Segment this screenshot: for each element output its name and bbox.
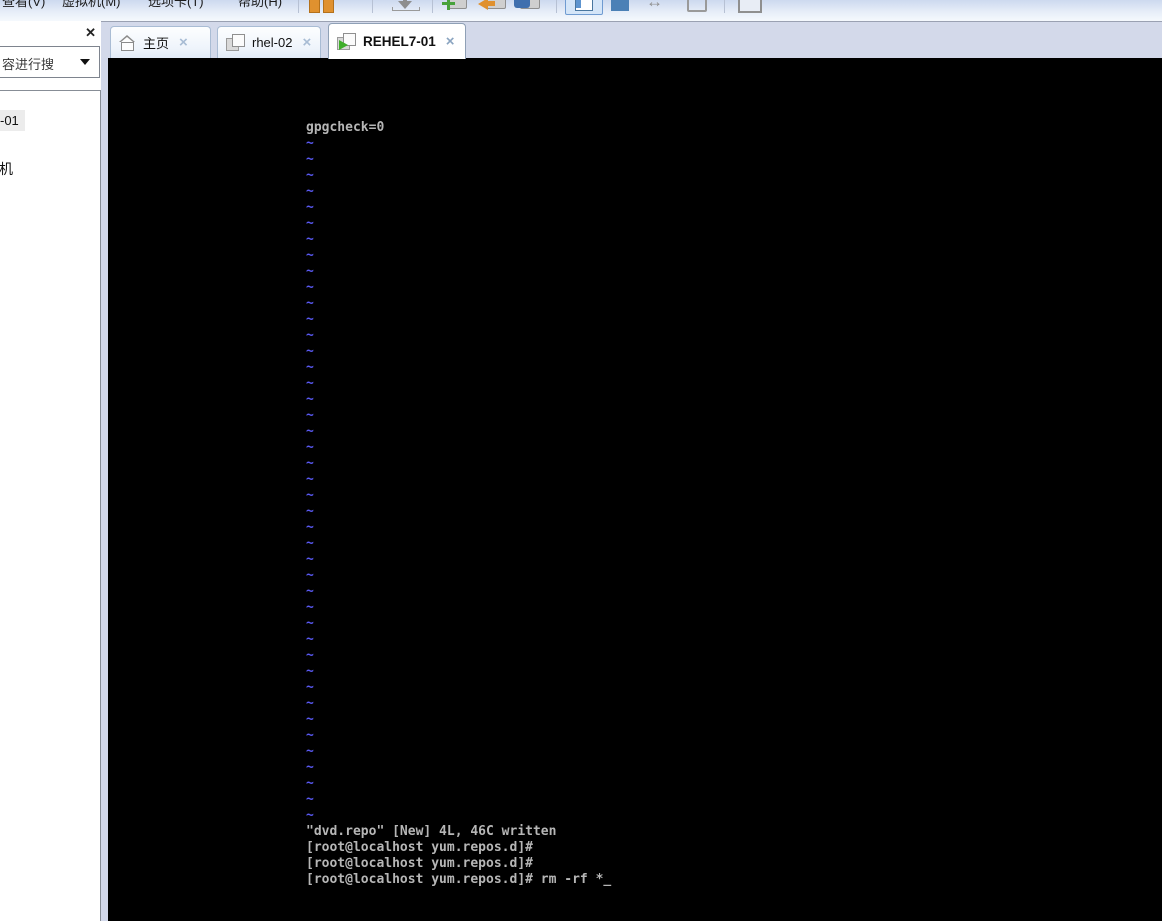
vm-search-combo[interactable]: 容进行搜	[0, 46, 100, 78]
thumbnail-bar-toggle[interactable]	[611, 0, 629, 11]
menu-view[interactable]: 查看(V)	[2, 0, 45, 10]
console-line: gpgcheck=0	[306, 120, 385, 135]
console-line: ~	[306, 168, 314, 183]
console-line: ~	[306, 232, 314, 247]
tab-close-button[interactable]: ×	[179, 35, 188, 50]
tab-rehel7-01[interactable]: REHEL7-01 ×	[328, 23, 466, 59]
panel-gap	[101, 58, 108, 921]
toolbar-separator	[724, 0, 725, 13]
list-item-vm-selected[interactable]: -01	[0, 110, 25, 131]
console-line: ~	[306, 632, 314, 647]
sidebar-close-button[interactable]: ✕	[85, 25, 96, 41]
vm-running-icon	[337, 33, 356, 50]
fullscreen-icon[interactable]	[738, 0, 762, 13]
console-line: ~	[306, 184, 314, 199]
console-line: ~	[306, 520, 314, 535]
suspend-icon[interactable]	[323, 0, 334, 13]
menu-tabs[interactable]: 选项卡(T)	[148, 0, 204, 10]
console-line: ~	[306, 312, 314, 327]
console-line: ~	[306, 456, 314, 471]
fit-guest-icon[interactable]: ↔	[646, 0, 663, 12]
console-screen: gpgcheck=0 ~ ~ ~ ~ ~ ~ ~ ~ ~ ~ ~ ~ ~ ~ ~ ~ ~ ~ ~ ~ ~ ~ ~ ~ ~ ~ ~ ~ ~ ~…	[306, 58, 611, 888]
console-line: ~	[306, 568, 314, 583]
console-line: ~	[306, 424, 314, 439]
console-line: [root@localhost yum.repos.d]#	[306, 840, 533, 855]
menu-vm[interactable]: 虚拟机(M)	[62, 0, 121, 10]
console-line: [root@localhost yum.repos.d]# rm -rf *_	[306, 872, 612, 887]
list-item-label: -01	[0, 110, 25, 131]
console-line: ~	[306, 504, 314, 519]
console-line: ~	[306, 280, 314, 295]
tab-home[interactable]: 主页 ×	[110, 26, 211, 58]
console-line: ~	[306, 664, 314, 679]
console-line: [root@localhost yum.repos.d]#	[306, 856, 533, 871]
console-line: ~	[306, 552, 314, 567]
console-line: ~	[306, 808, 314, 823]
home-icon	[119, 35, 136, 51]
console-line: ~	[306, 248, 314, 263]
chevron-down-icon[interactable]	[80, 59, 90, 65]
console-line: ~	[306, 360, 314, 375]
console-line: ~	[306, 136, 314, 151]
console-line: ~	[306, 200, 314, 215]
fit-window-icon[interactable]	[687, 0, 707, 12]
console-line: ~	[306, 584, 314, 599]
console-line: ~	[306, 376, 314, 391]
console-line: ~	[306, 264, 314, 279]
console-line: ~	[306, 696, 314, 711]
console-line: ~	[306, 792, 314, 807]
console-line: ~	[306, 744, 314, 759]
toolbar-separator	[372, 0, 373, 13]
library-panel-toggle[interactable]	[565, 0, 603, 15]
console-line: ~	[306, 472, 314, 487]
console-line: ~	[306, 344, 314, 359]
play-badge-icon	[339, 40, 348, 50]
toolbar-separator	[556, 0, 557, 13]
tab-label: rhel-02	[252, 35, 293, 50]
tab-close-button[interactable]: ×	[446, 34, 455, 49]
tab-rhel-02[interactable]: rhel-02 ×	[217, 26, 321, 58]
console-line: ~	[306, 728, 314, 743]
tab-label: REHEL7-01	[363, 34, 436, 49]
vm-icon	[226, 34, 245, 51]
console-line: ~	[306, 760, 314, 775]
search-input[interactable]: 容进行搜	[2, 54, 54, 73]
console-line: ~	[306, 616, 314, 631]
console-line: ~	[306, 152, 314, 167]
vmware-workstation-window: 查看(V) 虚拟机(M) 选项卡(T) 帮助(H) ↔ ✕ 容进行搜 -01 机…	[0, 0, 1162, 921]
toolbar-separator	[432, 0, 433, 13]
toolbar: 查看(V) 虚拟机(M) 选项卡(T) 帮助(H) ↔	[0, 0, 1162, 21]
console-line: ~	[306, 712, 314, 727]
list-item-label: 机	[0, 161, 13, 177]
console-line: "dvd.repo" [New] 4L, 46C written	[306, 824, 557, 839]
list-item-vm[interactable]: 机	[0, 159, 13, 179]
tab-label: 主页	[143, 36, 170, 51]
console-line: ~	[306, 440, 314, 455]
console-line: ~	[306, 296, 314, 311]
console-line: ~	[306, 408, 314, 423]
console-line: ~	[306, 216, 314, 231]
console-line: ~	[306, 328, 314, 343]
revert-arrow-tail	[487, 1, 495, 6]
console-line: ~	[306, 392, 314, 407]
library-sidebar: ✕ 容进行搜 -01 机	[0, 21, 101, 921]
send-ctrl-alt-del-icon[interactable]	[392, 0, 420, 11]
tab-bar: 主页 × rhel-02 × REHEL7-01 ×	[101, 21, 1162, 59]
snapshot-manager-badge	[514, 0, 530, 8]
console-line: ~	[306, 536, 314, 551]
suspend-icon[interactable]	[309, 0, 320, 13]
vm-console[interactable]: gpgcheck=0 ~ ~ ~ ~ ~ ~ ~ ~ ~ ~ ~ ~ ~ ~ ~ ~ ~ ~ ~ ~ ~ ~ ~ ~ ~ ~ ~ ~ ~ ~…	[108, 58, 1162, 921]
console-line: ~	[306, 488, 314, 503]
console-line: ~	[306, 680, 314, 695]
console-line: ~	[306, 648, 314, 663]
toolbar-separator	[298, 0, 299, 13]
snapshot-plus-icon	[442, 0, 455, 10]
console-line: ~	[306, 600, 314, 615]
tab-close-button[interactable]: ×	[302, 35, 311, 50]
console-line: ~	[306, 776, 314, 791]
vm-library-list: -01 机	[0, 90, 101, 921]
menu-help[interactable]: 帮助(H)	[238, 0, 282, 10]
library-panel-icon	[575, 0, 593, 11]
